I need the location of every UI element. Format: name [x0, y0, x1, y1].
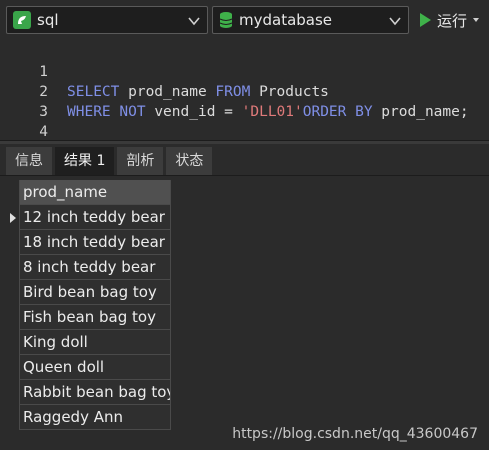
- code-text: WHERE NOT vend_id = 'DLL01'ORDER BY prod…: [67, 102, 469, 122]
- table-cell[interactable]: Rabbit bean bag toy: [19, 380, 171, 405]
- table-cell[interactable]: Queen doll: [19, 355, 171, 380]
- current-row-arrow-icon: [10, 213, 16, 223]
- table-row[interactable]: Queen doll: [0, 355, 171, 380]
- chevron-down-icon[interactable]: [388, 14, 402, 28]
- table-row[interactable]: Fish bean bag toy: [0, 305, 171, 330]
- table-cell[interactable]: King doll: [19, 330, 171, 355]
- editor-line: 2 WHERE NOT vend_id = 'DLL01'ORDER BY pr…: [0, 62, 468, 120]
- table-row[interactable]: Bird bean bag toy: [0, 280, 171, 305]
- connection-label: sql: [37, 11, 59, 29]
- line-number: 4: [39, 124, 48, 140]
- editor-line: 3: [0, 82, 48, 120]
- table-row[interactable]: Raggedy Ann: [0, 405, 171, 430]
- splitter[interactable]: [0, 140, 489, 144]
- table-row[interactable]: 12 inch teddy bear: [0, 205, 171, 230]
- chevron-down-icon[interactable]: [187, 14, 201, 28]
- run-label: 运行: [437, 11, 468, 30]
- play-icon: [420, 13, 431, 27]
- editor-line: 4: [0, 102, 48, 140]
- table-cell[interactable]: Fish bean bag toy: [19, 305, 171, 330]
- connection-icon: [13, 11, 31, 29]
- row-marker: [0, 205, 19, 230]
- watermark-text: https://blog.csdn.net/qq_43600467: [232, 426, 478, 442]
- column-header-prod-name[interactable]: prod_name: [19, 180, 171, 205]
- database-icon: [219, 12, 233, 28]
- table-cell[interactable]: 8 inch teddy bear: [19, 255, 171, 280]
- identifier: Products: [250, 84, 329, 100]
- tab-info[interactable]: 信息: [6, 147, 53, 175]
- table-cell[interactable]: Raggedy Ann: [19, 405, 171, 430]
- grid-header: prod_name: [0, 180, 171, 205]
- tab-result-1[interactable]: 结果 1: [55, 147, 116, 175]
- identifier: prod_name;: [372, 104, 469, 120]
- run-button[interactable]: 运行: [416, 6, 486, 34]
- table-row[interactable]: 18 inch teddy bear: [0, 230, 171, 255]
- string-literal: 'DLL01': [241, 104, 303, 120]
- keyword: ORDER BY: [302, 104, 373, 120]
- connection-select[interactable]: sql: [6, 6, 208, 34]
- code-text: SELECT prod_name FROM Products: [67, 82, 329, 102]
- table-cell[interactable]: Bird bean bag toy: [19, 280, 171, 305]
- dropdown-caret-icon[interactable]: [473, 18, 480, 22]
- table-cell[interactable]: 12 inch teddy bear: [19, 205, 171, 230]
- tab-status[interactable]: 状态: [166, 147, 214, 175]
- table-row[interactable]: King doll: [0, 330, 171, 355]
- keyword: NOT: [119, 104, 146, 120]
- toolbar: sql mydatabase 运行: [0, 0, 489, 40]
- table-row[interactable]: Rabbit bean bag toy: [0, 380, 171, 405]
- tab-profile[interactable]: 剖析: [117, 147, 165, 175]
- database-label: mydatabase: [239, 11, 333, 29]
- table-row[interactable]: 8 inch teddy bear: [0, 255, 171, 280]
- identifier: vend_id =: [145, 104, 242, 120]
- keyword: WHERE: [67, 104, 111, 120]
- result-tabs: 信息 结果 1 剖析 状态: [0, 147, 489, 175]
- identifier: prod_name: [119, 84, 216, 100]
- database-select[interactable]: mydatabase: [212, 6, 409, 34]
- editor-line: 1 SELECT prod_name FROM Products: [0, 42, 329, 100]
- table-cell[interactable]: 18 inch teddy bear: [19, 230, 171, 255]
- tab-divider: [0, 175, 489, 176]
- sql-editor[interactable]: 1 SELECT prod_name FROM Products 2 WHERE…: [0, 40, 489, 140]
- keyword: FROM: [215, 84, 251, 100]
- keyword: SELECT: [67, 84, 120, 100]
